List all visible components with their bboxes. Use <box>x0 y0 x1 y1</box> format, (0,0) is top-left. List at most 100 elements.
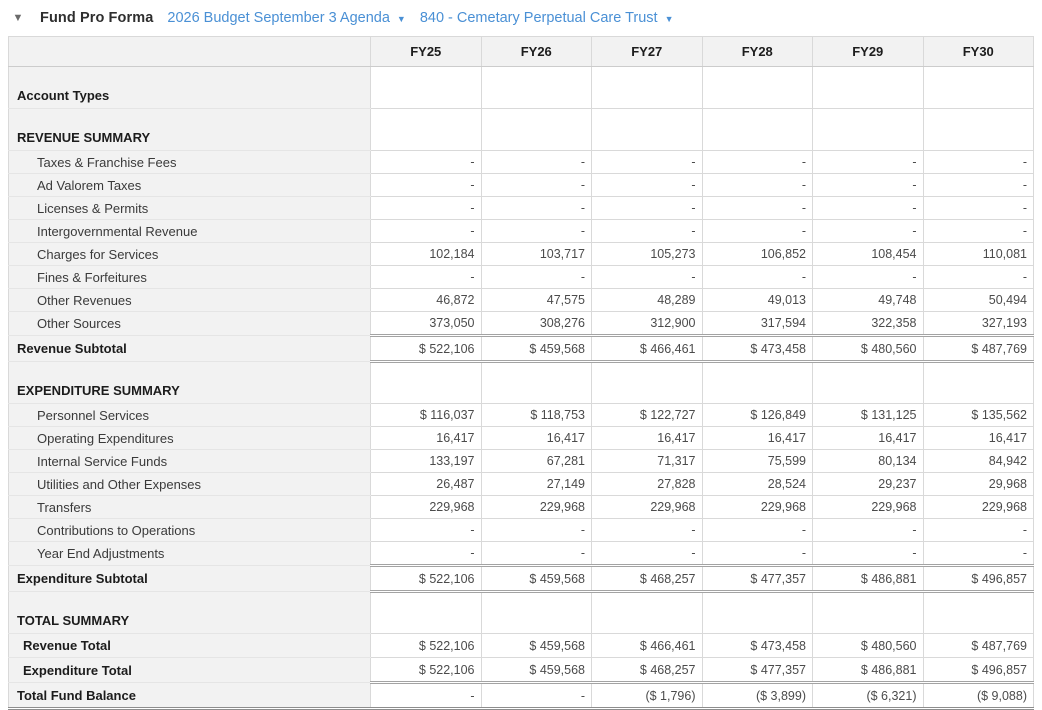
cell: - <box>922 219 1034 243</box>
cell: - <box>701 196 813 220</box>
cell: 16,417 <box>480 426 592 450</box>
cell: 308,276 <box>480 311 592 336</box>
cell: - <box>370 196 482 220</box>
cell: 229,968 <box>812 495 924 519</box>
cell <box>591 361 703 404</box>
table-row: Expenditure Total $ 522,106 $ 459,568 $ 468… <box>8 657 1034 683</box>
cell: - <box>480 518 592 542</box>
cell: 110,081 <box>922 242 1034 266</box>
cell: - <box>922 518 1034 542</box>
column-header-fy30: FY30 <box>922 36 1034 67</box>
cell: - <box>480 150 592 174</box>
column-header-fy29: FY29 <box>812 36 924 67</box>
cell: $ 131,125 <box>812 403 924 427</box>
cell: $ 486,881 <box>812 657 924 683</box>
cell: $ 459,568 <box>480 334 592 363</box>
cell: $ 522,106 <box>370 564 482 593</box>
cell: $ 480,560 <box>812 334 924 363</box>
corner-header <box>8 36 371 67</box>
row-label: Revenue Subtotal <box>8 335 371 362</box>
cell: 16,417 <box>812 426 924 450</box>
cell: $ 116,037 <box>370 403 482 427</box>
row-label: Total Fund Balance <box>8 682 371 710</box>
row-label: Operating Expenditures <box>8 426 371 450</box>
cell: $ 522,106 <box>370 334 482 363</box>
cell: 47,575 <box>480 288 592 312</box>
cell: 229,968 <box>701 495 813 519</box>
row-label: Ad Valorem Taxes <box>8 173 371 197</box>
cell: - <box>480 173 592 197</box>
cell: $ 466,461 <box>591 334 703 363</box>
cell: - <box>812 150 924 174</box>
cell <box>812 108 924 151</box>
pro-forma-table: FY25 FY26 FY27 FY28 FY29 FY30 Account Types RE… <box>8 36 1034 710</box>
cell: - <box>812 541 924 566</box>
cell: - <box>591 150 703 174</box>
cell: - <box>922 196 1034 220</box>
cell: 105,273 <box>591 242 703 266</box>
caret-down-icon: ▼ <box>664 14 674 24</box>
cell: 71,317 <box>591 449 703 473</box>
table-row: Contributions to Operations - - - - - - <box>8 518 1034 542</box>
cell: - <box>591 518 703 542</box>
cell: 103,717 <box>480 242 592 266</box>
cell: - <box>812 518 924 542</box>
collapse-caret-icon[interactable]: ▼ <box>10 12 26 24</box>
cell: $ 522,106 <box>370 633 482 658</box>
table-row: Licenses & Permits - - - - - - <box>8 196 1034 220</box>
cell: $ 122,727 <box>591 403 703 427</box>
row-label: EXPENDITURE SUMMARY <box>8 361 371 404</box>
fund-dropdown[interactable]: 840 - Cemetary Perpetual Care Trust ▼ <box>420 10 674 26</box>
cell: 106,852 <box>701 242 813 266</box>
cell: - <box>701 173 813 197</box>
cell: - <box>370 518 482 542</box>
table-row: Year End Adjustments - - - - - - <box>8 541 1034 566</box>
row-label: REVENUE SUMMARY <box>8 108 371 151</box>
row-label: Personnel Services <box>8 403 371 427</box>
cell <box>701 591 813 634</box>
cell: - <box>370 173 482 197</box>
cell: $ 522,106 <box>370 657 482 683</box>
cell <box>591 591 703 634</box>
row-label: Licenses & Permits <box>8 196 371 220</box>
table-row: Expenditure Subtotal $ 522,106 $ 459,568 $ … <box>8 564 1034 593</box>
cell: $ 135,562 <box>922 403 1034 427</box>
row-label: Other Sources <box>8 311 371 336</box>
budget-dropdown[interactable]: 2026 Budget September 3 Agenda ▼ <box>167 10 405 26</box>
cell: $ 486,881 <box>812 564 924 593</box>
cell: 29,237 <box>812 472 924 496</box>
cell <box>922 108 1034 151</box>
cell: - <box>370 541 482 566</box>
cell <box>922 66 1034 109</box>
cell: 67,281 <box>480 449 592 473</box>
cell: - <box>922 150 1034 174</box>
cell: - <box>480 541 592 566</box>
cell: 317,594 <box>701 311 813 336</box>
cell: - <box>701 541 813 566</box>
cell: 84,942 <box>922 449 1034 473</box>
cell: 16,417 <box>701 426 813 450</box>
cell: ($ 3,899) <box>701 681 813 710</box>
cell: $ 459,568 <box>480 564 592 593</box>
cell: 229,968 <box>591 495 703 519</box>
row-label: Intergovernmental Revenue <box>8 219 371 243</box>
cell: - <box>370 681 482 710</box>
cell: 80,134 <box>812 449 924 473</box>
table-row: Internal Service Funds 133,197 67,281 71,31… <box>8 449 1034 473</box>
cell: 49,013 <box>701 288 813 312</box>
cell <box>370 591 482 634</box>
cell <box>370 361 482 404</box>
cell: $ 468,257 <box>591 657 703 683</box>
cell <box>591 66 703 109</box>
cell: ($ 9,088) <box>922 681 1034 710</box>
cell <box>701 361 813 404</box>
cell: 46,872 <box>370 288 482 312</box>
cell: $ 496,857 <box>922 564 1034 593</box>
cell: $ 126,849 <box>701 403 813 427</box>
column-header-fy28: FY28 <box>701 36 813 67</box>
cell: - <box>812 265 924 289</box>
cell: - <box>591 265 703 289</box>
cell: 29,968 <box>922 472 1034 496</box>
cell: - <box>480 681 592 710</box>
table-row: REVENUE SUMMARY <box>8 108 1034 151</box>
